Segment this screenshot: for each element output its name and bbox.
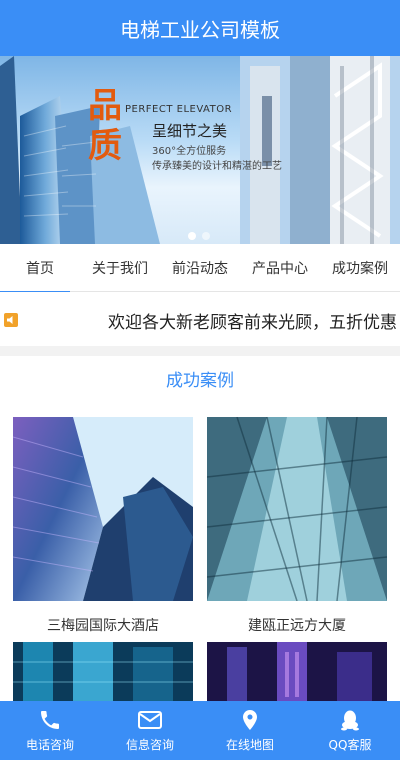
nav-item-products[interactable]: 产品中心: [240, 244, 320, 292]
online-map-button[interactable]: 在线地图: [200, 701, 300, 760]
notice-bar: 欢迎各大新老顾客前来光顾，五折优惠: [0, 292, 400, 346]
case-image: [206, 416, 388, 602]
slider-dot-1[interactable]: [188, 232, 196, 240]
nav-item-news[interactable]: 前沿动态: [160, 244, 240, 292]
message-consult-label: 信息咨询: [125, 738, 174, 752]
banner-subtitle-1: 360°全方位服务: [152, 146, 227, 157]
banner-building-left-image: [0, 56, 160, 244]
qq-icon: [341, 710, 359, 731]
slider-dots: [188, 232, 210, 240]
case-card[interactable]: 建瓯正远方大厦: [206, 416, 388, 645]
bottom-toolbar: 电话咨询 信息咨询 在线地图 QQ客服: [0, 701, 400, 760]
case-image: [12, 417, 193, 601]
case-caption: 建瓯正远方大厦: [248, 618, 346, 634]
phone-consult-label: 电话咨询: [25, 738, 74, 752]
nav-item-cases[interactable]: 成功案例: [320, 244, 400, 292]
app-header: 电梯工业公司模板: [0, 0, 400, 56]
case-card[interactable]: [207, 642, 387, 706]
banner-english-text: PERFECT ELEVATOR: [125, 104, 233, 115]
qq-service-label: QQ客服: [328, 738, 372, 752]
banner-slider[interactable]: 品质 PERFECT ELEVATOR 呈细节之美 360°全方位服务 传承臻美…: [0, 56, 400, 244]
case-image: [13, 642, 193, 702]
notice-text: 欢迎各大新老顾客前来光顾，五折优惠: [108, 313, 397, 333]
speaker-icon: [4, 313, 18, 327]
message-consult-button[interactable]: 信息咨询: [100, 701, 200, 760]
case-card[interactable]: 三梅园国际大酒店: [12, 417, 193, 645]
nav-item-home[interactable]: 首页: [0, 244, 80, 293]
case-image: [207, 642, 387, 702]
phone-consult-button[interactable]: 电话咨询: [0, 701, 100, 760]
phone-icon: [41, 711, 59, 729]
section-title: 成功案例: [166, 371, 234, 391]
section-divider: [0, 346, 400, 356]
banner-quality-text: 品质: [88, 86, 122, 166]
banner-elevator-tower-image: [240, 56, 400, 244]
map-pin-icon: [243, 710, 257, 730]
mail-icon: [138, 711, 162, 729]
qq-service-button[interactable]: QQ客服: [300, 701, 400, 760]
case-caption: 三梅园国际大酒店: [47, 618, 159, 634]
main-nav: 首页 关于我们 前沿动态 产品中心 成功案例: [0, 244, 400, 293]
nav-item-about[interactable]: 关于我们: [80, 244, 160, 292]
banner-headline: 呈细节之美: [152, 122, 228, 140]
online-map-label: 在线地图: [225, 738, 274, 752]
banner-subtitle-2: 传承臻美的设计和精湛的工艺: [152, 161, 282, 172]
slider-dot-2[interactable]: [202, 232, 210, 240]
page-title: 电梯工业公司模板: [120, 17, 280, 42]
case-card[interactable]: [13, 642, 193, 706]
